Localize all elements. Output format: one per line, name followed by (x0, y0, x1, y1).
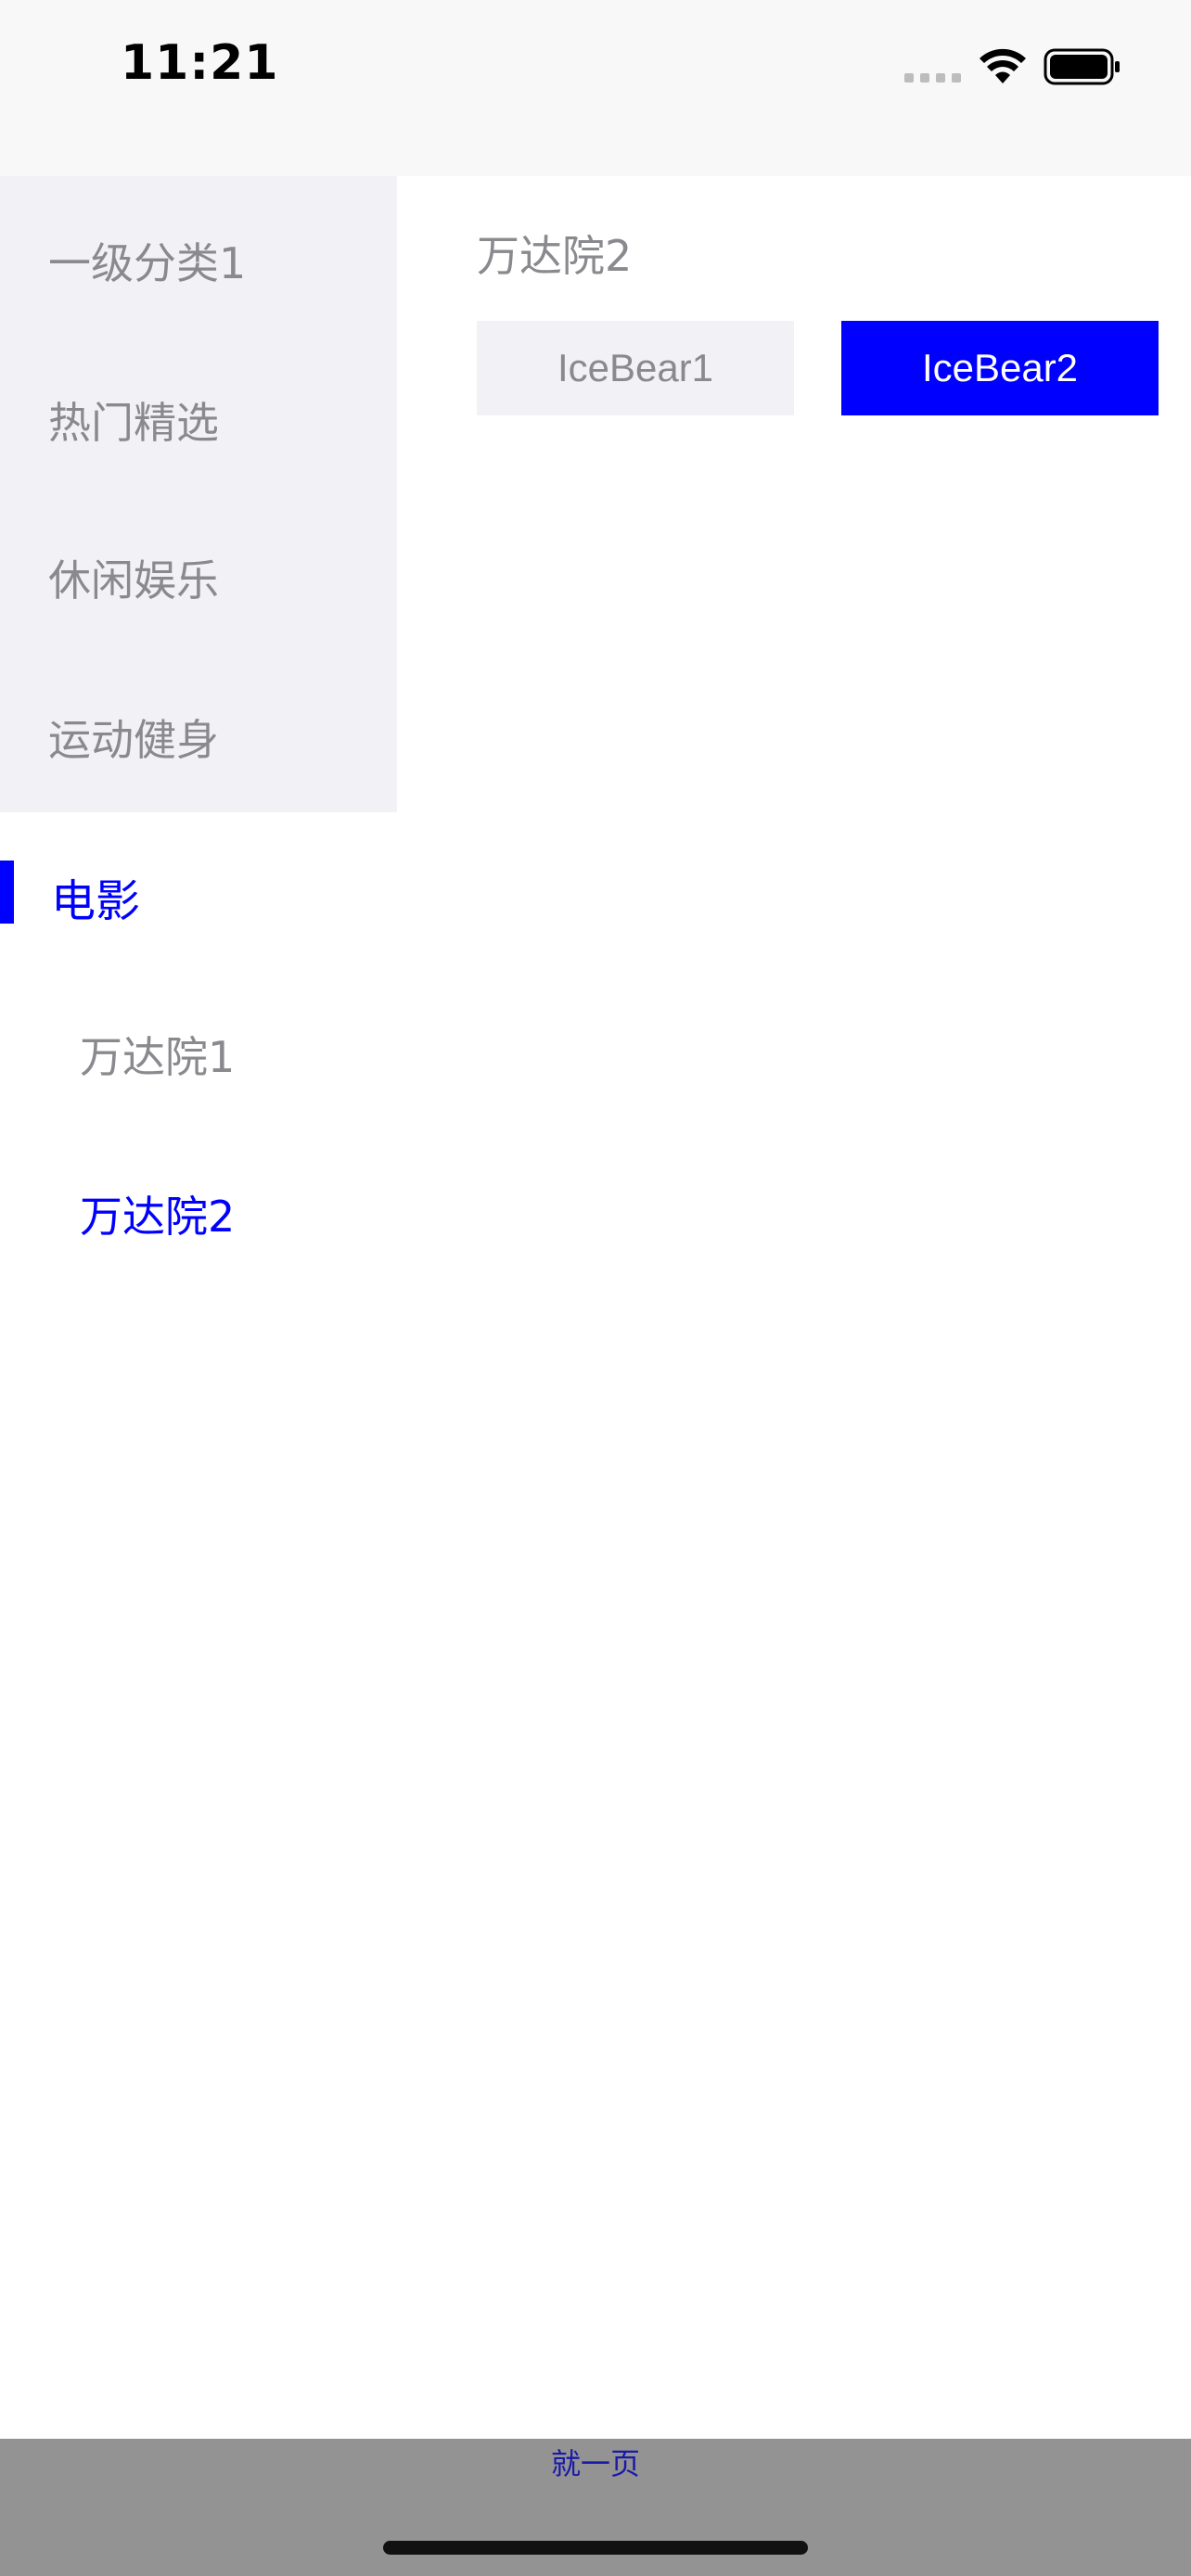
section-title: 万达院2 (477, 231, 633, 281)
sidebar-subitem-wanda-2[interactable]: 万达院2 (80, 1183, 235, 1244)
sidebar-subitem-wanda-1[interactable]: 万达院1 (80, 1024, 235, 1085)
sidebar-item-leisure[interactable]: 休闲娱乐 (48, 547, 219, 608)
wifi-icon (980, 48, 1026, 83)
chip-icebear-1[interactable]: IceBear1 (477, 321, 794, 415)
sidebar-item-hot-picks[interactable]: 热门精选 (48, 389, 219, 451)
chip-icebear-2[interactable]: IceBear2 (841, 321, 1159, 415)
sidebar-item-category-1[interactable]: 一级分类1 (48, 230, 246, 291)
sidebar-item-movie[interactable]: 电影 (51, 864, 140, 929)
sidebar-item-fitness[interactable]: 运动健身 (48, 707, 219, 768)
signal-icon (904, 73, 961, 83)
battery-icon (1044, 48, 1120, 85)
status-time: 11:21 (121, 35, 279, 91)
home-indicator[interactable] (383, 2541, 808, 2555)
bottom-bar-label[interactable]: 就一页 (0, 2441, 1191, 2483)
status-bar: 11:21 (0, 0, 1191, 176)
sidebar-selected-indicator (0, 861, 14, 924)
